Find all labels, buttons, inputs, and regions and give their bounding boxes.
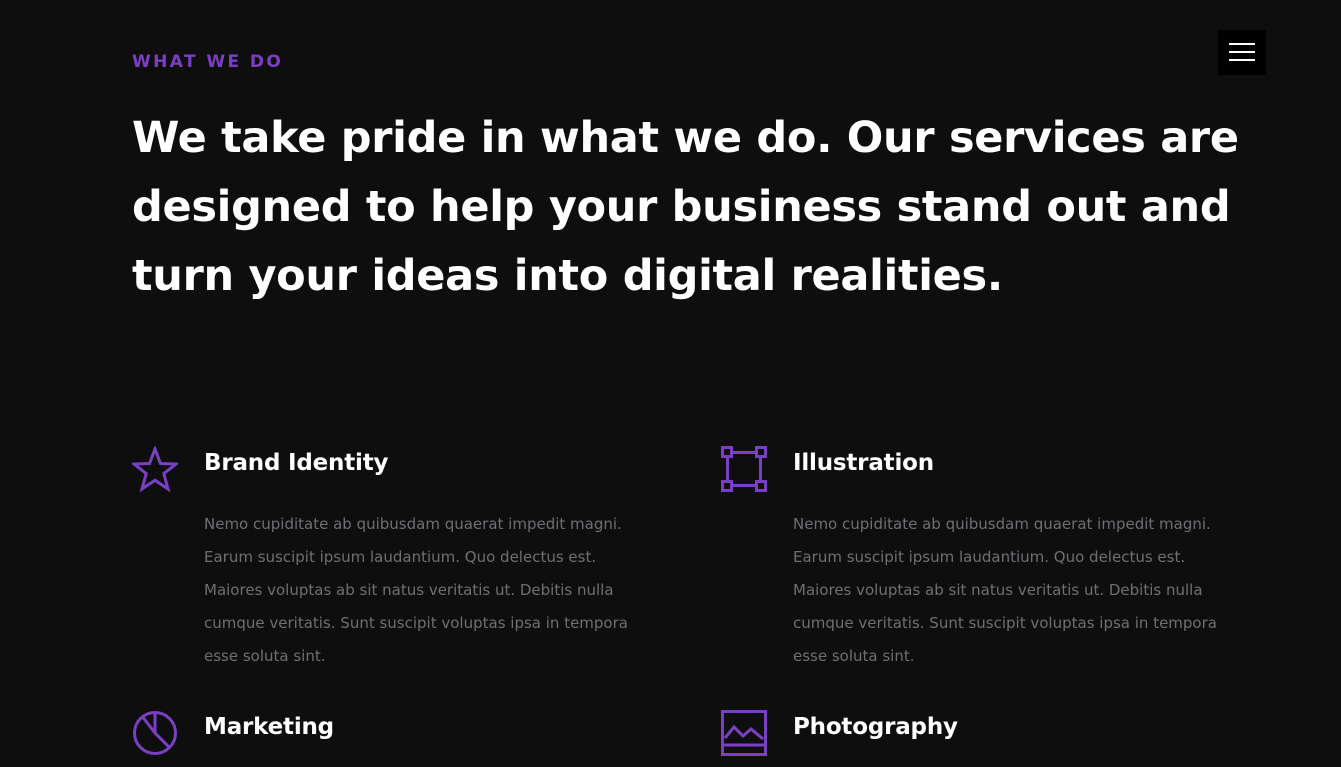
hamburger-menu-icon — [1229, 43, 1255, 45]
section-label: WHAT WE DO — [132, 52, 284, 72]
pie-chart-icon — [132, 710, 178, 756]
image-icon — [721, 710, 767, 756]
service-title: Marketing — [204, 714, 334, 740]
service-title: Illustration — [793, 450, 934, 476]
menu-button[interactable] — [1218, 30, 1266, 75]
intro-headline: We take pride in what we do. Our service… — [132, 113, 1239, 301]
service-title: Photography — [793, 714, 958, 740]
service-title: Brand Identity — [204, 450, 389, 476]
vector-square-icon — [721, 446, 767, 492]
service-description: Nemo cupiditate ab quibusdam quaerat imp… — [793, 515, 1217, 665]
service-description: Nemo cupiditate ab quibusdam quaerat imp… — [204, 515, 628, 665]
star-icon — [132, 446, 178, 492]
